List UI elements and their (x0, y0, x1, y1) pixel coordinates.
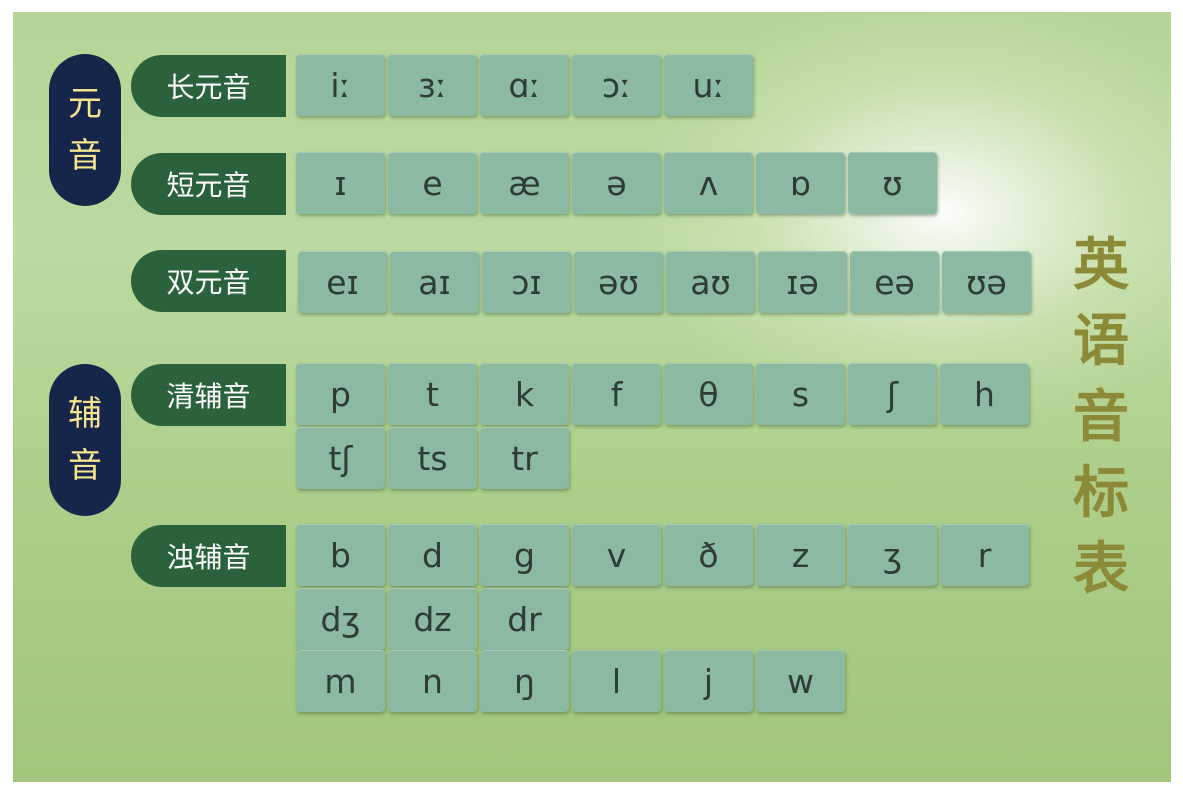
short-vowel-tile[interactable]: ɪ (296, 152, 385, 214)
diphthong-tile[interactable]: aɪ (390, 251, 479, 313)
voiceless-consonant-tile[interactable]: ts (388, 427, 477, 489)
voiced-consonant-tile[interactable]: n (388, 650, 477, 712)
long-vowel-tile[interactable]: uː (664, 54, 753, 116)
voiceless-consonant-tile[interactable]: tr (480, 427, 569, 489)
row-label-long-vowels: 长元音 (131, 55, 286, 117)
vowel-group-pill: 元 音 (49, 54, 121, 206)
row-label-voiceless-consonants: 清辅音 (131, 364, 286, 426)
title-char-1: 英 (1073, 233, 1129, 298)
voiced-consonant-tile[interactable]: r (940, 524, 1029, 586)
title-char-2: 语 (1073, 309, 1129, 374)
voiced-consonant-tile[interactable]: b (296, 524, 385, 586)
short-vowel-tile[interactable]: æ (480, 152, 569, 214)
short-vowel-tile[interactable]: ʌ (664, 152, 753, 214)
voiced-consonant-tile[interactable]: l (572, 650, 661, 712)
short-vowel-tile[interactable]: ɒ (756, 152, 845, 214)
voiced-consonant-tile[interactable]: w (756, 650, 845, 712)
voiced-consonant-tile[interactable]: dr (480, 588, 569, 650)
voiceless-consonant-tile[interactable]: s (756, 363, 845, 425)
title-char-3: 音 (1073, 385, 1129, 450)
voiced-consonant-tile[interactable]: d (388, 524, 477, 586)
voiceless-consonant-tile[interactable]: f (572, 363, 661, 425)
diphthong-tile[interactable]: əʊ (574, 251, 663, 313)
voiced-consonant-tile[interactable]: g (480, 524, 569, 586)
diphthong-tile[interactable]: aʊ (666, 251, 755, 313)
voiced-consonant-tile[interactable]: ʒ (848, 524, 937, 586)
row-label-voiced-consonants: 浊辅音 (131, 525, 286, 587)
voiced-consonant-tile[interactable]: ŋ (480, 650, 569, 712)
voiceless-consonant-tile[interactable]: ʃ (848, 363, 937, 425)
voiced-consonant-tile[interactable]: z (756, 524, 845, 586)
voiced-consonant-tile[interactable]: dz (388, 588, 477, 650)
short-vowel-tile[interactable]: ə (572, 152, 661, 214)
long-vowel-tile[interactable]: ɔː (572, 54, 661, 116)
diphthong-tile[interactable]: ɪə (758, 251, 847, 313)
short-vowel-tile[interactable]: e (388, 152, 477, 214)
row-label-short-vowels: 短元音 (131, 153, 286, 215)
diphthong-tile[interactable]: eɪ (298, 251, 387, 313)
diphthong-tile[interactable]: ʊə (942, 251, 1031, 313)
voiceless-consonant-tile[interactable]: tʃ (296, 427, 385, 489)
chart-title: 英语音标表 (1068, 228, 1134, 608)
consonant-group-char-2: 音 (68, 446, 102, 486)
title-char-4: 标 (1073, 461, 1129, 526)
voiceless-consonant-tile[interactable]: p (296, 363, 385, 425)
voiced-consonant-tile[interactable]: v (572, 524, 661, 586)
long-vowel-tile[interactable]: ɜː (388, 54, 477, 116)
voiced-consonant-tile[interactable]: m (296, 650, 385, 712)
voiceless-consonant-tile[interactable]: θ (664, 363, 753, 425)
title-char-5: 表 (1073, 537, 1129, 602)
consonant-group-char-1: 辅 (68, 394, 102, 434)
vowel-group-char-2: 音 (68, 136, 102, 176)
voiced-consonant-tile[interactable]: j (664, 650, 753, 712)
diphthong-tile[interactable]: ɔɪ (482, 251, 571, 313)
voiced-consonant-tile[interactable]: ð (664, 524, 753, 586)
long-vowel-tile[interactable]: iː (296, 54, 385, 116)
voiceless-consonant-tile[interactable]: h (940, 363, 1029, 425)
voiceless-consonant-tile[interactable]: k (480, 363, 569, 425)
short-vowel-tile[interactable]: ʊ (848, 152, 937, 214)
voiceless-consonant-tile[interactable]: t (388, 363, 477, 425)
consonant-group-pill: 辅 音 (49, 364, 121, 516)
vowel-group-char-1: 元 (68, 84, 102, 124)
voiced-consonant-tile[interactable]: dʒ (296, 588, 385, 650)
diphthong-tile[interactable]: eə (850, 251, 939, 313)
long-vowel-tile[interactable]: ɑː (480, 54, 569, 116)
row-label-diphthongs: 双元音 (131, 250, 286, 312)
